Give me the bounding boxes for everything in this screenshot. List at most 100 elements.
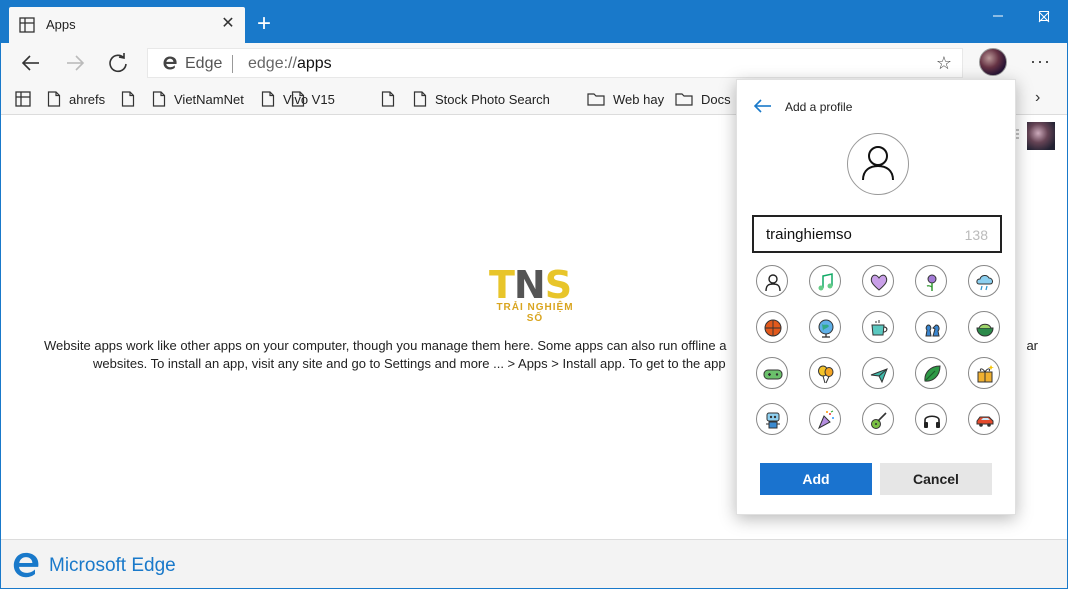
folder-icon	[675, 93, 693, 106]
favorite-item[interactable]: ahrefs	[47, 89, 105, 109]
gift-icon	[977, 365, 994, 383]
profile-picture-option[interactable]	[968, 265, 1000, 297]
back-arrow-icon[interactable]	[753, 98, 773, 114]
page-icon	[291, 91, 305, 107]
favorite-label: ahrefs	[69, 91, 106, 107]
page-icon	[121, 91, 135, 107]
favorite-item[interactable]: Stock Photo Search	[413, 89, 550, 109]
profile-picture-option[interactable]	[968, 357, 1000, 389]
person-icon	[862, 146, 894, 181]
chess-icon	[925, 324, 940, 337]
profile-picture-option[interactable]	[756, 357, 788, 389]
heart-icon	[870, 274, 888, 291]
settings-more-icon[interactable]: ···	[1030, 51, 1051, 72]
address-divider	[232, 55, 233, 73]
cancel-button[interactable]: Cancel	[880, 463, 992, 495]
folder-icon	[587, 93, 605, 106]
favorite-label: Docs	[701, 91, 731, 107]
page-icon	[152, 91, 166, 107]
refresh-icon[interactable]	[104, 49, 132, 77]
profile-picture-option[interactable]	[756, 265, 788, 297]
page-icon	[413, 91, 427, 107]
favorite-label: Stock Photo Search	[435, 91, 550, 107]
character-count: 138	[964, 227, 988, 243]
new-tab-button[interactable]: +	[253, 12, 275, 36]
profile-name-input[interactable]: trainghiemso 138	[752, 215, 1002, 253]
profile-picture-option[interactable]	[862, 265, 894, 297]
car-icon	[976, 416, 994, 427]
flower-icon	[926, 274, 937, 291]
party-popper-icon	[817, 410, 834, 430]
profile-thumbnail	[1027, 122, 1055, 150]
favorites-overflow-chevron-icon[interactable]: ›	[1035, 89, 1040, 107]
profile-picture-option[interactable]	[862, 357, 894, 389]
profile-picture-option[interactable]	[809, 357, 841, 389]
favorite-label: Web hay	[613, 91, 665, 107]
url-text[interactable]: edge://apps	[248, 55, 332, 73]
tab-close-icon[interactable]: ✕	[219, 15, 237, 33]
title-bar: Apps ✕ + — ☐	[1, 1, 1067, 43]
favorite-item[interactable]	[121, 89, 143, 109]
rain-cloud-icon	[976, 275, 993, 291]
watermark-logo: TNS TRẢI NGHIỆM SỐ	[489, 263, 581, 324]
description-line-1-tail: ar	[1026, 338, 1038, 353]
profile-picture-option[interactable]	[809, 403, 841, 435]
logo-tagline: TRẢI NGHIỆM SỐ	[496, 302, 574, 324]
apps-icon[interactable]	[15, 91, 31, 107]
headphones-icon	[924, 415, 940, 428]
robot-icon	[766, 412, 780, 429]
address-bar[interactable]: Edge edge://apps ☆	[147, 48, 963, 78]
profile-picture-option[interactable]	[915, 357, 947, 389]
globe-icon	[818, 319, 834, 338]
favorite-item[interactable]: Web hay	[587, 89, 664, 109]
selected-profile-picture	[847, 133, 909, 195]
favorite-item[interactable]	[291, 89, 313, 109]
page-icon	[381, 91, 395, 107]
airplane-icon	[870, 368, 888, 384]
footer-brand-bar: Microsoft Edge	[1, 539, 1067, 588]
leaf-icon	[924, 365, 941, 382]
profile-picture-option[interactable]	[968, 311, 1000, 343]
flyout-title: Add a profile	[785, 100, 853, 114]
favorite-item[interactable]: Docs	[675, 89, 731, 109]
profile-picture-option[interactable]	[756, 311, 788, 343]
close-window-button[interactable]	[1021, 1, 1067, 33]
profile-picture-option[interactable]	[915, 265, 947, 297]
edge-logo-icon	[13, 552, 39, 578]
guitar-icon	[871, 412, 887, 429]
profile-picture-option[interactable]	[915, 403, 947, 435]
add-button[interactable]: Add	[760, 463, 872, 495]
apps-icon	[19, 17, 35, 33]
bowl-icon	[976, 323, 994, 337]
favorite-item[interactable]	[381, 89, 403, 109]
profile-name-value: trainghiemso	[766, 226, 852, 243]
tab-apps[interactable]: Apps ✕	[9, 7, 245, 43]
tab-title: Apps	[46, 17, 76, 32]
profile-avatar-button[interactable]	[979, 48, 1007, 76]
brand-name: Microsoft Edge	[49, 555, 176, 576]
profile-picture-option[interactable]	[915, 311, 947, 343]
music-note-icon	[818, 273, 833, 291]
url-scheme: edge://	[248, 55, 297, 72]
close-window-icon	[1038, 11, 1050, 23]
balloons-icon	[818, 365, 834, 384]
forward-arrow-icon[interactable]	[61, 49, 89, 77]
favorite-star-icon[interactable]: ☆	[936, 53, 952, 74]
favorite-label: VietNamNet	[174, 91, 244, 107]
browser-window: Apps ✕ + — ☐	[0, 0, 1068, 589]
page-icon	[47, 91, 61, 107]
description-line-1-text: Website apps work like other apps on you…	[44, 338, 727, 353]
coffee-cup-icon	[871, 320, 888, 336]
profile-picture-option[interactable]	[756, 403, 788, 435]
profile-picture-option[interactable]	[968, 403, 1000, 435]
profile-picture-option[interactable]	[862, 311, 894, 343]
url-path: apps	[296, 55, 332, 72]
profile-picture-option[interactable]	[809, 265, 841, 297]
favorite-item[interactable]: VietNamNet	[152, 89, 244, 109]
profile-picture-option[interactable]	[862, 403, 894, 435]
back-arrow-icon[interactable]	[17, 49, 45, 77]
logo-letters: TNS	[489, 263, 572, 307]
person-icon	[765, 274, 781, 292]
profile-picture-option[interactable]	[809, 311, 841, 343]
